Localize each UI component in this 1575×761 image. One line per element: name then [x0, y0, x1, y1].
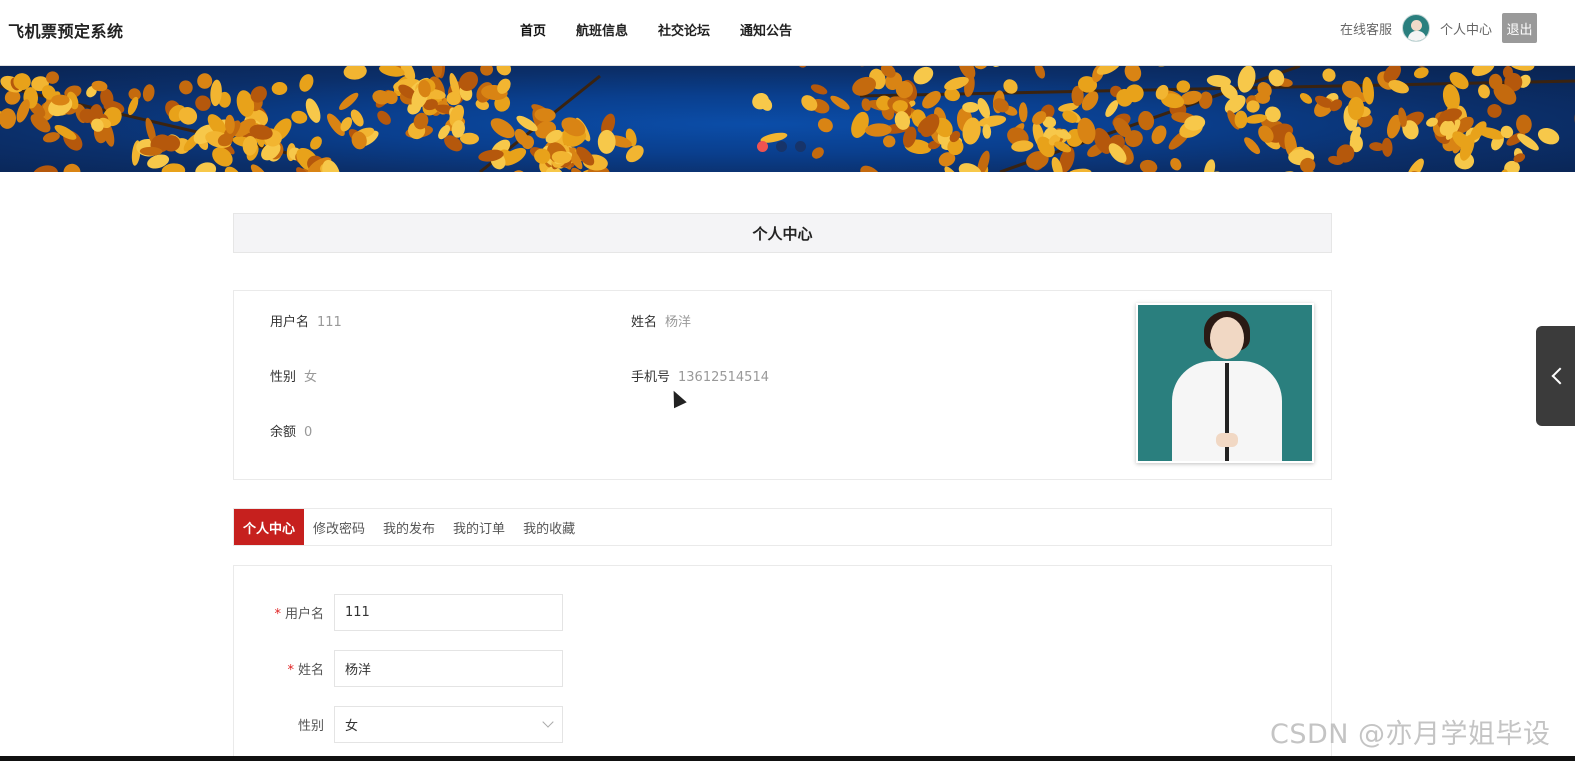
nav-home[interactable]: 首页 [520, 20, 546, 39]
online-service-link[interactable]: 在线客服 [1340, 19, 1392, 38]
profile-photo [1136, 303, 1314, 463]
name-input[interactable] [334, 649, 563, 687]
info-phone-value: 13612514514 [678, 370, 769, 385]
info-username-value: 111 [317, 315, 342, 330]
banner-autumn-leaves-image [0, 66, 1575, 172]
screen-bottom-edge [0, 756, 1575, 761]
username-input[interactable] [334, 593, 563, 631]
info-gender-value: 女 [304, 370, 318, 385]
required-marker: * [287, 662, 294, 678]
info-username-label: 用户名 [270, 315, 310, 330]
form-row-gender: 性别 女 [234, 705, 563, 743]
page-title: 个人中心 [233, 213, 1332, 253]
carousel-dot-2[interactable] [776, 141, 787, 152]
user-center-link[interactable]: 个人中心 [1440, 19, 1492, 38]
carousel-dot-1[interactable] [757, 141, 768, 152]
tab-change-password[interactable]: 修改密码 [304, 509, 374, 545]
main-nav: 首页 航班信息 社交论坛 通知公告 [520, 20, 792, 39]
watermark-text: CSDN @亦月学姐毕设 [1270, 719, 1551, 750]
tab-my-orders[interactable]: 我的订单 [444, 509, 514, 545]
info-gender: 性别女 [270, 366, 317, 385]
nav-forum[interactable]: 社交论坛 [658, 20, 710, 39]
side-panel-toggle[interactable] [1536, 326, 1575, 426]
name-field-label: * 姓名 [287, 662, 324, 678]
username-field-label: * 用户名 [274, 606, 324, 622]
carousel-dot-3[interactable] [795, 141, 806, 152]
info-balance: 余额 0 [270, 421, 312, 440]
site-title[interactable]: 飞机票预定系统 [8, 18, 124, 42]
top-navbar: 飞机票预定系统 首页 航班信息 社交论坛 通知公告 在线客服 个人中心 退出 [0, 0, 1575, 66]
logout-button[interactable]: 退出 [1502, 13, 1537, 43]
header-tools: 在线客服 个人中心 退出 [1340, 13, 1537, 43]
info-name: 姓名 杨洋 [631, 311, 691, 330]
nav-flights[interactable]: 航班信息 [576, 20, 628, 39]
chevron-down-icon [542, 716, 554, 728]
info-name-label: 姓名 [631, 315, 658, 330]
tab-personal-center[interactable]: 个人中心 [234, 509, 305, 545]
info-balance-value: 0 [304, 425, 313, 440]
required-marker: * [274, 606, 281, 622]
tab-my-favorites[interactable]: 我的收藏 [514, 509, 584, 545]
banner-carousel[interactable] [0, 66, 1575, 172]
form-row-username: * 用户名 [234, 593, 563, 631]
info-balance-label: 余额 [270, 425, 297, 440]
nav-announcements[interactable]: 通知公告 [740, 20, 792, 39]
info-phone: 手机号 13612514514 [631, 366, 769, 385]
gender-select-value: 女 [345, 718, 359, 734]
profile-edit-form: *用户名 *姓名 性别 女 [233, 565, 1332, 761]
profile-info-card: 用户名 111 姓名 杨洋 性别女 手机号 13612514514 余额 0 [233, 290, 1332, 480]
profile-tabs: 个人中心 修改密码 我的发布 我的订单 我的收藏 [233, 508, 1332, 546]
gender-field-label: 性别 [297, 718, 324, 734]
tab-my-posts[interactable]: 我的发布 [374, 509, 444, 545]
info-name-value: 杨洋 [665, 315, 692, 330]
user-avatar[interactable] [1401, 14, 1430, 42]
info-phone-label: 手机号 [631, 370, 671, 385]
carousel-indicators [757, 141, 806, 152]
info-gender-label: 性别 [270, 370, 297, 385]
info-username: 用户名 111 [270, 311, 342, 330]
gender-select[interactable]: 女 [334, 705, 563, 743]
form-row-name: * 姓名 [234, 649, 563, 687]
